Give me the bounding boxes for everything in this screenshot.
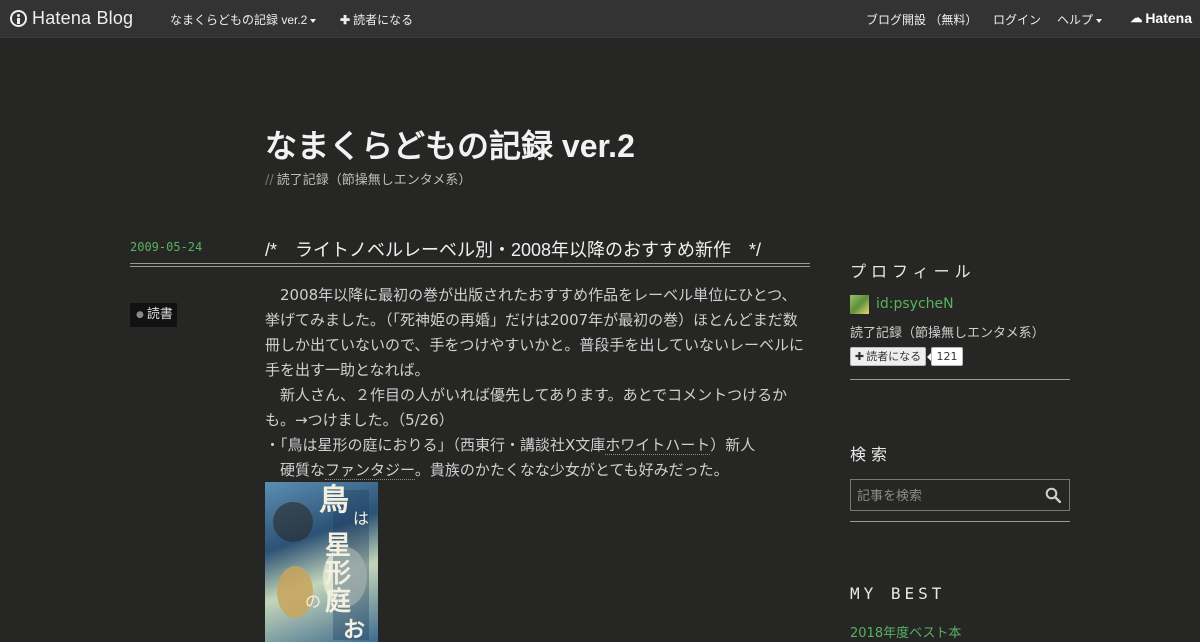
entry-content: 2008年以降に最初の巻が出版されたおすすめ作品をレーベル単位にひとつ、挙げてみ… [265, 283, 810, 483]
svg-text:形: 形 [325, 559, 351, 589]
subscribe-label: 読者になる [353, 13, 414, 27]
profile-description: 読了記録（節操無しエンタメ系） [850, 326, 1045, 341]
help-dropdown[interactable]: ヘルプ [1057, 11, 1103, 28]
item-text: ）新人 [710, 436, 756, 454]
best-books-link[interactable]: 2018年度ベスト本 [850, 622, 961, 641]
search-icon[interactable] [1045, 487, 1061, 503]
description-prefix: // [265, 173, 274, 188]
profile-id-link[interactable]: id:psycheN [876, 296, 954, 312]
svg-text:鳥: 鳥 [319, 483, 349, 518]
entry-date[interactable]: 2009-05-24 [130, 240, 202, 254]
divider [850, 521, 1070, 522]
item-text: 。貴族のかたくなな少女がとても好みだった。 [414, 461, 729, 479]
hatena-logo-icon [10, 9, 27, 27]
svg-text:の: の [305, 592, 321, 611]
login-link[interactable]: ログイン [993, 11, 1041, 28]
divider [850, 379, 1070, 380]
item-text: 硬質な [265, 461, 326, 479]
open-blog-link[interactable]: ブログ開設 （無料） [866, 11, 977, 28]
blog-description: //読了記録（節操無しエンタメ系） [265, 169, 471, 188]
brand-text: Hatena Blog [32, 7, 134, 28]
svg-text:庭: 庭 [325, 586, 351, 617]
category-label: 読書 [146, 307, 173, 322]
subscribe-link[interactable]: ✚ 読者になる [340, 11, 413, 28]
divider [130, 263, 810, 264]
global-header: Hatena Blog なまくらどもの記録 ver.2 ✚ 読者になる ブログ開設… [0, 0, 1200, 38]
plus-icon: ✚ [340, 13, 351, 27]
hatena-bird-icon: ☁ [1130, 11, 1143, 25]
divider [130, 266, 810, 267]
blog-menu-dropdown[interactable]: なまくらどもの記録 ver.2 [170, 11, 317, 28]
search-form [850, 479, 1070, 512]
keyword-link[interactable]: ファンタジー [325, 461, 415, 480]
bullet-icon: ● [136, 310, 144, 320]
help-label: ヘルプ [1057, 13, 1094, 27]
my-best-heading: MY BEST [850, 584, 946, 603]
category-tag[interactable]: ● 読書 [130, 303, 177, 327]
book-cover-image[interactable]: 鳥 は 星 形 の 庭 お [265, 482, 378, 642]
entry-list-desc: 硬質なファンタジー。貴族のかたくなな少女がとても好みだった。 [265, 458, 810, 483]
profile-heading: プロフィール [850, 262, 976, 281]
chevron-down-icon [310, 18, 317, 23]
chevron-down-icon [1096, 18, 1103, 23]
search-heading: 検索 [850, 445, 893, 464]
book-cover-art: 鳥 は 星 形 の 庭 お [273, 483, 369, 642]
blog-menu-label: なまくらどもの記録 ver.2 [170, 13, 308, 27]
blog-title[interactable]: なまくらどもの記録 ver.2 [265, 121, 635, 167]
hatena-blog-logo[interactable]: Hatena Blog [10, 8, 133, 28]
entry-list-item: ・「鳥は星形の庭におりる」（西東行・講談社X文庫ホワイトハート）新人 [265, 433, 810, 458]
hatena-brand-link[interactable]: ☁ Hatena [1130, 10, 1192, 26]
item-text: ・「鳥は星形の庭におりる」（西東行・講談社X文庫 [265, 436, 606, 454]
plus-icon: ✚ [854, 350, 865, 363]
svg-text:星: 星 [325, 531, 351, 561]
subscribe-button-label: 読者になる [866, 350, 922, 363]
subscriber-count[interactable]: 121 [927, 347, 963, 366]
keyword-link[interactable]: ホワイトハート [605, 436, 711, 455]
profile-avatar[interactable] [850, 295, 869, 314]
search-input[interactable] [851, 480, 1049, 512]
subscribe-button[interactable]: ✚ 読者になる [850, 347, 926, 366]
svg-text:は: は [353, 509, 369, 528]
entry-title[interactable]: /* ライトノベルレーベル別・2008年以降のおすすめ新作 */ [265, 236, 761, 262]
description-text: 読了記録（節操無しエンタメ系） [276, 173, 472, 188]
entry-paragraph: 2008年以降に最初の巻が出版されたおすすめ作品をレーベル単位にひとつ、挙げてみ… [265, 286, 804, 379]
entry-paragraph: 新人さん、２作目の人がいれば優先してあります。あとでコメントつけるかも。→つけま… [265, 386, 788, 429]
hatena-brand-text: Hatena [1145, 10, 1192, 26]
